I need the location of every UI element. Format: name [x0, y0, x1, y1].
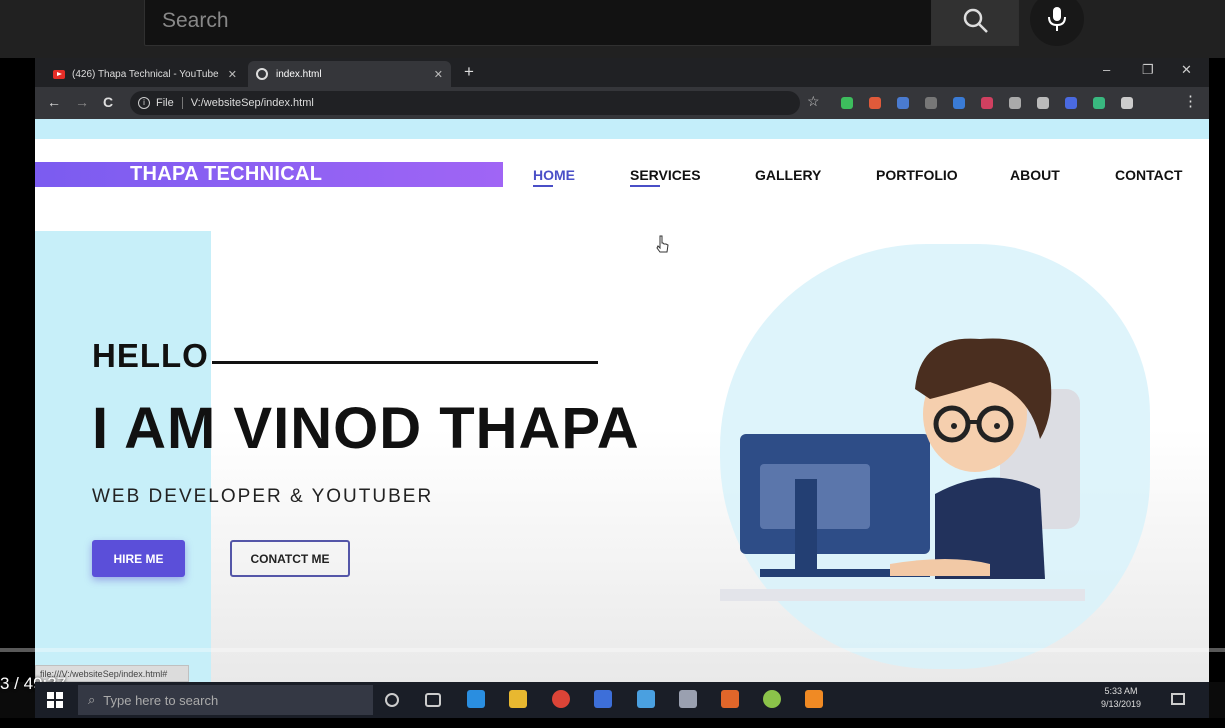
nav-services-underline [630, 185, 660, 187]
restore-button[interactable]: ❐ [1142, 62, 1154, 78]
xampp-icon[interactable] [721, 690, 739, 708]
microphone-icon [1048, 7, 1066, 31]
youtube-search-input[interactable]: Search [162, 9, 229, 33]
windows-search-box[interactable]: ⌕ Type here to search [78, 685, 373, 715]
hero-greeting: HELLO [92, 337, 209, 374]
search-icon [963, 8, 988, 33]
tab-close-icon[interactable]: ✕ [434, 68, 443, 81]
site-logo[interactable]: THAPA TECHNICAL [130, 163, 322, 186]
new-tab-button[interactable]: + [464, 62, 474, 82]
youtube-search-box[interactable]: Search [144, 0, 932, 46]
browser-extension-icon[interactable] [841, 97, 853, 109]
nav-contact[interactable]: CONTACT [1115, 167, 1182, 183]
browser-tab-strip: (426) Thapa Technical - YouTube ✕ index.… [35, 58, 1209, 87]
nav-home-underline [533, 185, 553, 187]
nav-home[interactable]: HOME [533, 167, 575, 183]
app-icon[interactable] [763, 690, 781, 708]
bottom-edge [0, 718, 1225, 728]
windows-taskbar: ⌕ Type here to search 5:33 AM 9/13/2019 [35, 682, 1209, 718]
browser-toolbar: ← → C i File V:/websiteSep/index.html ☆ … [35, 87, 1209, 119]
browser-extension-icon[interactable] [953, 97, 965, 109]
bookmark-star-icon[interactable]: ☆ [807, 93, 820, 110]
app-icon[interactable] [637, 690, 655, 708]
minimize-button[interactable]: – [1103, 62, 1110, 77]
address-url[interactable]: V:/websiteSep/index.html [191, 97, 314, 109]
window-close-button[interactable]: ✕ [1181, 62, 1192, 78]
recorded-screen: (426) Thapa Technical - YouTube ✕ index.… [35, 58, 1209, 682]
edge-icon[interactable] [467, 690, 485, 708]
browser-extension-icon[interactable] [1009, 97, 1021, 109]
info-icon: i [138, 97, 150, 109]
reload-button[interactable]: C [103, 94, 113, 110]
youtube-icon [53, 69, 65, 79]
app-icon[interactable] [679, 690, 697, 708]
task-view-icon[interactable] [425, 693, 441, 707]
store-icon[interactable] [594, 690, 612, 708]
chrome-menu-button[interactable]: ⋮ [1183, 92, 1198, 110]
hero-headline: I AM VINOD THAPA [92, 396, 640, 461]
file-explorer-icon[interactable] [509, 690, 527, 708]
browser-extension-icon[interactable] [925, 97, 937, 109]
screenshot-root: Search (426) Thapa Technical - YouTube ✕… [0, 0, 1225, 728]
youtube-search-button[interactable] [931, 0, 1019, 46]
windows-start-icon[interactable] [47, 692, 63, 708]
mouse-cursor-icon [656, 235, 669, 253]
contact-me-button[interactable]: CONATCT ME [230, 540, 350, 577]
browser-extension-icon[interactable] [981, 97, 993, 109]
video-progress-bar[interactable] [0, 648, 1225, 652]
tab-label: (426) Thapa Technical - YouTube [72, 68, 219, 80]
nav-about[interactable]: ABOUT [1010, 167, 1060, 183]
chrome-icon[interactable] [552, 690, 570, 708]
cortana-icon[interactable] [385, 693, 399, 707]
video-player[interactable]: (426) Thapa Technical - YouTube ✕ index.… [0, 58, 1225, 682]
browser-extension-icon[interactable] [869, 97, 881, 109]
back-button[interactable]: ← [47, 94, 61, 110]
hire-me-button[interactable]: HIRE ME [92, 540, 185, 577]
tab-label: index.html [276, 68, 322, 80]
youtube-header: Search [0, 0, 1225, 58]
address-scheme: File [156, 97, 174, 109]
clock-time: 5:33 AM [1104, 686, 1138, 696]
hero-subtitle: WEB DEVELOPER & YOUTUBER [92, 486, 434, 507]
search-icon: ⌕ [88, 692, 96, 707]
notification-icon[interactable] [1171, 693, 1185, 705]
address-bar[interactable]: i File V:/websiteSep/index.html [130, 91, 800, 115]
address-separator [181, 97, 183, 109]
browser-extension-icon[interactable] [1037, 97, 1049, 109]
hero-greeting-line [212, 361, 598, 364]
top-band [35, 119, 1209, 139]
forward-button[interactable]: → [75, 94, 89, 110]
clock-date: 9/13/2019 [1101, 699, 1142, 709]
browser-extension-icon[interactable] [1065, 97, 1077, 109]
sublime-text-icon[interactable] [805, 690, 823, 708]
developer-illustration [720, 338, 1085, 601]
browser-extension-icon[interactable] [1121, 97, 1133, 109]
system-clock[interactable]: 5:33 AM 9/13/2019 [1101, 685, 1141, 711]
tab-index-html[interactable]: index.html ✕ [248, 61, 451, 87]
website-viewport: THAPA TECHNICAL HOME SERVICES GALLERY PO… [35, 119, 1209, 682]
nav-portfolio[interactable]: PORTFOLIO [876, 167, 958, 183]
browser-extension-icon[interactable] [897, 97, 909, 109]
tab-close-icon[interactable]: ✕ [228, 68, 237, 81]
logo-bar[interactable]: THAPA TECHNICAL [35, 162, 503, 187]
nav-services[interactable]: SERVICES [630, 167, 701, 183]
globe-icon [256, 68, 268, 80]
tab-youtube[interactable]: (426) Thapa Technical - YouTube ✕ [45, 61, 245, 87]
nav-gallery[interactable]: GALLERY [755, 167, 821, 183]
voice-search-button[interactable] [1030, 0, 1084, 46]
browser-extension-icon[interactable] [1093, 97, 1105, 109]
windows-search-placeholder[interactable]: Type here to search [103, 693, 218, 708]
